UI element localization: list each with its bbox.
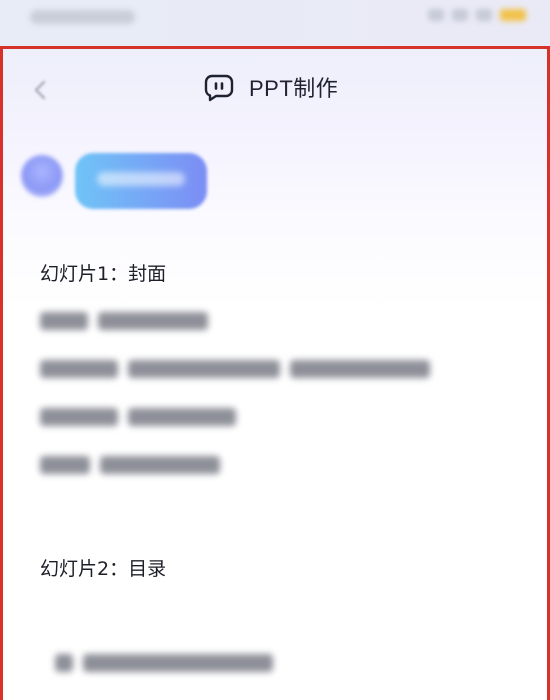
- avatar[interactable]: [21, 155, 63, 197]
- page-title: PPT制作: [249, 76, 339, 101]
- user-message-bubble: [75, 153, 207, 209]
- list-item: [55, 653, 273, 673]
- network-icon: [476, 9, 492, 21]
- wifi-icon: [452, 9, 468, 21]
- list-item: [40, 311, 208, 331]
- list-item: [40, 359, 430, 379]
- chevron-left-icon[interactable]: [29, 78, 53, 102]
- slide-2-heading: 幻灯片2：目录: [40, 558, 167, 580]
- battery-icon: [500, 9, 526, 21]
- chat-bot-icon: [203, 71, 235, 103]
- chat-header: PPT制作: [3, 49, 547, 129]
- list-item: [40, 455, 220, 475]
- slide-1-heading: 幻灯片1：封面: [40, 263, 167, 285]
- header-title-group: PPT制作: [203, 71, 338, 103]
- signal-icon: [428, 9, 444, 21]
- list-item: [40, 407, 236, 427]
- status-bar-indicators: [428, 9, 526, 21]
- selection-frame: PPT制作 幻灯片1：封面 幻灯片2：目录: [0, 46, 550, 700]
- status-bar: [0, 0, 550, 46]
- app-screen: PPT制作 幻灯片1：封面 幻灯片2：目录: [0, 0, 550, 700]
- status-bar-time: [30, 10, 135, 24]
